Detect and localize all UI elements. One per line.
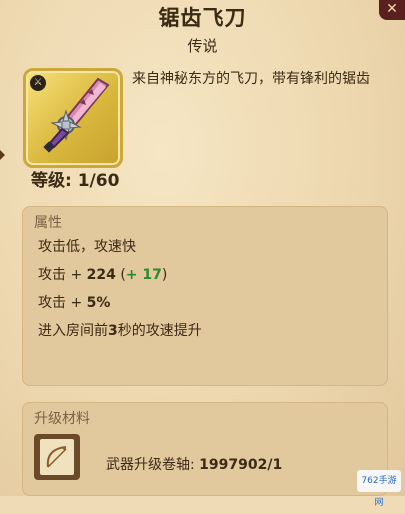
item-name: 锯齿飞刀 — [158, 6, 247, 30]
attribute-line-1: 攻击低，攻速快 — [38, 239, 136, 255]
attributes-title: 属性 — [34, 215, 62, 231]
material-name: 武器升级卷轴: — [106, 457, 200, 473]
attribute-line-4: 进入房间前3秒的攻速提升 — [38, 320, 202, 340]
attack-value: 224 — [86, 267, 116, 283]
scroll-paper — [40, 439, 74, 475]
materials-title: 升级材料 — [34, 411, 90, 427]
attack-percent-label: 攻击 + — [38, 295, 87, 311]
item-icon-frame: ⚔ — [23, 68, 123, 168]
attack-label: 攻击 + — [38, 267, 87, 283]
left-arrow-icon[interactable] — [0, 150, 5, 160]
upgrade-scroll-icon[interactable] — [34, 434, 80, 480]
speed-text-a: 进入房间前 — [38, 323, 108, 339]
material-requirement: 武器升级卷轴: 1997902/1 — [106, 454, 282, 474]
item-rarity: 传说 — [187, 37, 218, 55]
watermark-logo: 762手游网 — [357, 470, 401, 508]
speed-text-c: 秒的攻速提升 — [117, 323, 202, 339]
speed-seconds: 3 — [108, 323, 118, 339]
bonus-close: ) — [161, 267, 168, 283]
attribute-line-3: 攻击 + 5% — [38, 292, 110, 312]
sawtooth-knife-icon — [43, 77, 110, 153]
item-description: 来自神秘东方的飞刀，带有锋利的锯齿 — [132, 71, 370, 87]
attributes-panel: 属性 攻击低，攻速快 攻击 + 224 (+ 17) 攻击 + 5% 进入房间前… — [22, 206, 388, 386]
attribute-line-2: 攻击 + 224 (+ 17) — [38, 264, 167, 284]
item-level: 等级: 1/60 — [31, 171, 120, 191]
bonus-open: ( — [115, 267, 126, 283]
materials-panel: 升级材料 武器升级卷轴: 1997902/1 — [22, 402, 388, 496]
attack-percent-value: 5% — [86, 295, 111, 311]
material-count: 1997902/1 — [199, 457, 283, 473]
bow-arrow-icon — [46, 446, 67, 468]
attack-bonus: + 17 — [125, 267, 162, 283]
